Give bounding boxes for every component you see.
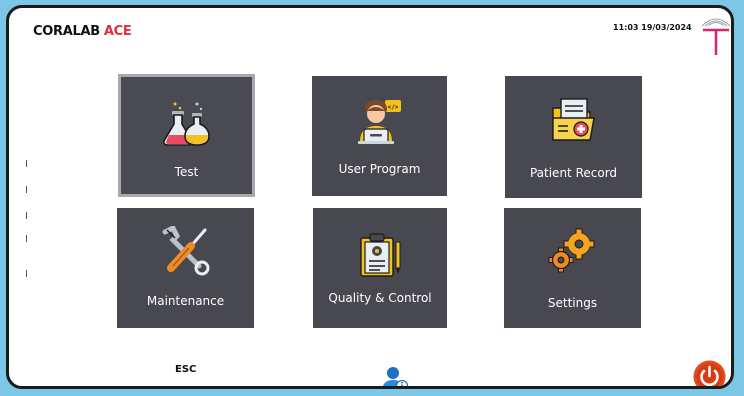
esc-button[interactable]: ESC bbox=[175, 364, 196, 375]
datetime-display: 11:03 19/03/2024 bbox=[613, 23, 692, 32]
brand-name: CORALAB bbox=[33, 24, 100, 39]
quality-control-tile[interactable]: Quality & Control bbox=[313, 208, 447, 328]
tile-label: User Program bbox=[338, 162, 421, 176]
patient-record-tile[interactable]: Patient Record bbox=[505, 76, 642, 198]
maintenance-tile[interactable]: Maintenance bbox=[117, 208, 254, 328]
power-icon[interactable] bbox=[693, 360, 726, 389]
settings-tile[interactable]: Settings bbox=[504, 208, 641, 328]
medical-folder-icon bbox=[551, 98, 595, 141]
tile-label: Settings bbox=[547, 296, 598, 310]
tools-icon bbox=[162, 226, 209, 276]
test-tile[interactable]: Test bbox=[118, 74, 255, 197]
programmer-icon: </> bbox=[357, 100, 401, 144]
flask-icon bbox=[162, 102, 210, 146]
tile-label: Test bbox=[174, 165, 199, 179]
user-program-tile[interactable]: </> User Program bbox=[312, 76, 447, 196]
brand-accent: ACE bbox=[103, 24, 132, 39]
app-window: CORALAB ACE 11:03 19/03/2024 Test </> Us… bbox=[6, 5, 734, 389]
tile-label: Patient Record bbox=[529, 166, 618, 180]
app-brand: CORALAB ACE bbox=[33, 24, 132, 39]
clipboard-gear-icon bbox=[360, 233, 401, 277]
tile-label: Maintenance bbox=[146, 294, 225, 308]
user-info-icon[interactable] bbox=[381, 365, 409, 389]
svg-text:</>: </> bbox=[387, 104, 398, 111]
lab-light-logo-icon bbox=[701, 18, 731, 55]
gears-icon bbox=[548, 228, 594, 273]
tile-label: Quality & Control bbox=[328, 291, 432, 305]
